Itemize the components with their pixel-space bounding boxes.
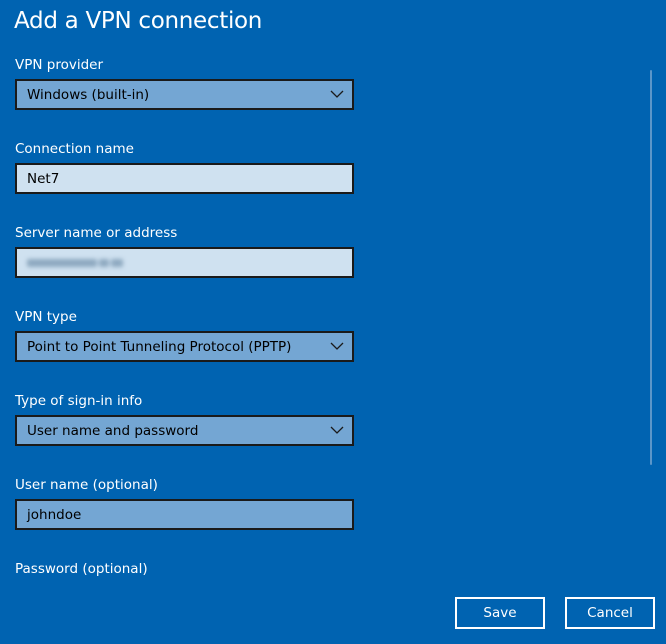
save-button[interactable]: Save bbox=[455, 597, 545, 629]
redacted-server-address bbox=[27, 258, 127, 268]
chevron-down-icon bbox=[330, 342, 344, 350]
signin-type-value: User name and password bbox=[27, 422, 199, 439]
cancel-button[interactable]: Cancel bbox=[565, 597, 655, 629]
chevron-down-icon bbox=[330, 426, 344, 434]
connection-name-label: Connection name bbox=[15, 141, 134, 157]
vpn-type-select[interactable]: Point to Point Tunneling Protocol (PPTP) bbox=[15, 331, 354, 362]
vpn-provider-value: Windows (built-in) bbox=[27, 86, 150, 103]
vpn-type-label: VPN type bbox=[15, 309, 77, 325]
server-name-input[interactable] bbox=[15, 247, 354, 278]
vpn-provider-select[interactable]: Windows (built-in) bbox=[15, 79, 354, 110]
signin-type-select[interactable]: User name and password bbox=[15, 415, 354, 446]
password-label: Password (optional) bbox=[15, 561, 148, 577]
vpn-provider-label: VPN provider bbox=[15, 57, 104, 73]
dialog-title: Add a VPN connection bbox=[14, 8, 263, 34]
user-name-input[interactable]: johndoe bbox=[15, 499, 354, 530]
vpn-type-value: Point to Point Tunneling Protocol (PPTP) bbox=[27, 338, 292, 355]
connection-name-input[interactable]: Net7 bbox=[15, 163, 354, 194]
user-name-value: johndoe bbox=[27, 506, 82, 523]
chevron-down-icon bbox=[330, 90, 344, 98]
signin-type-label: Type of sign-in info bbox=[15, 393, 143, 409]
connection-name-value: Net7 bbox=[27, 170, 60, 187]
user-name-label: User name (optional) bbox=[15, 477, 158, 493]
scrollbar[interactable] bbox=[650, 70, 652, 465]
server-name-label: Server name or address bbox=[15, 225, 178, 241]
